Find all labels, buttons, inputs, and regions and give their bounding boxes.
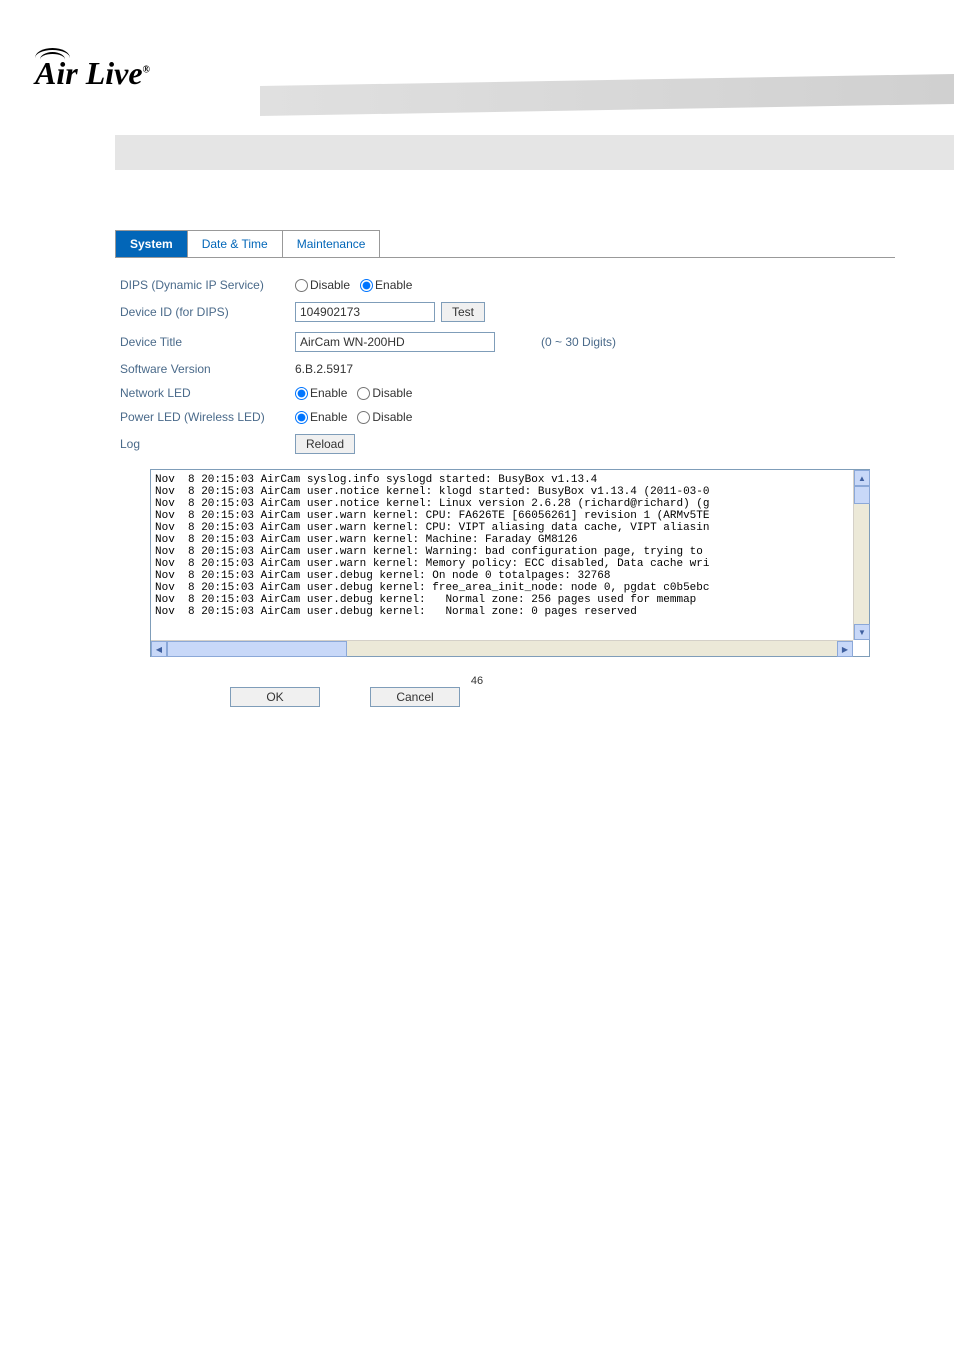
- software-version-value: 6.B.2.5917: [295, 362, 353, 376]
- logo-text: Air Live: [35, 55, 143, 91]
- label-dips-enable: Enable: [375, 278, 412, 292]
- row-device-title: Device Title (0 ~ 30 Digits): [120, 332, 890, 352]
- tab-system[interactable]: System: [115, 230, 188, 257]
- row-log: Log Reload: [120, 434, 890, 454]
- vertical-scrollbar[interactable]: ▲ ▼: [853, 470, 869, 640]
- row-dips: DIPS (Dynamic IP Service) Disable Enable: [120, 278, 890, 292]
- reload-button[interactable]: Reload: [295, 434, 355, 454]
- radio-power-led-disable[interactable]: [357, 411, 370, 424]
- power-led-radio-group: Enable Disable: [295, 410, 420, 424]
- gray-bar: [115, 135, 954, 170]
- page-number: 46: [471, 675, 483, 687]
- scroll-left-icon[interactable]: ◀: [151, 641, 167, 657]
- label-power-led-enable: Enable: [310, 410, 347, 424]
- scroll-thumb-vertical[interactable]: [854, 486, 870, 504]
- test-button[interactable]: Test: [441, 302, 485, 322]
- cancel-button[interactable]: Cancel: [370, 687, 460, 707]
- label-device-title: Device Title: [120, 335, 295, 349]
- row-device-id: Device ID (for DIPS) Test: [120, 302, 890, 322]
- network-led-radio-group: Enable Disable: [295, 386, 420, 400]
- label-dips-disable: Disable: [310, 278, 350, 292]
- input-device-title[interactable]: [295, 332, 495, 352]
- field-device-id: Test: [295, 302, 485, 322]
- label-device-id: Device ID (for DIPS): [120, 305, 295, 319]
- field-log: Reload: [295, 434, 355, 454]
- header-swoosh: [260, 74, 954, 116]
- radio-network-led-enable[interactable]: [295, 387, 308, 400]
- field-device-title: (0 ~ 30 Digits): [295, 332, 616, 352]
- digits-hint: (0 ~ 30 Digits): [541, 335, 616, 349]
- input-device-id[interactable]: [295, 302, 435, 322]
- scroll-right-icon[interactable]: ▶: [837, 641, 853, 657]
- label-network-led-disable: Disable: [372, 386, 412, 400]
- tab-date-time[interactable]: Date & Time: [187, 230, 283, 257]
- label-software-version: Software Version: [120, 362, 295, 376]
- ok-button[interactable]: OK: [230, 687, 320, 707]
- tab-content-system: DIPS (Dynamic IP Service) Disable Enable…: [115, 273, 895, 657]
- radio-network-led-disable[interactable]: [357, 387, 370, 400]
- label-dips: DIPS (Dynamic IP Service): [120, 278, 295, 292]
- log-content[interactable]: Nov 8 20:15:03 AirCam syslog.info syslog…: [151, 470, 853, 640]
- scroll-thumb-horizontal[interactable]: [167, 641, 347, 657]
- tab-maintenance[interactable]: Maintenance: [282, 230, 381, 257]
- label-power-led: Power LED (Wireless LED): [120, 410, 295, 424]
- tab-bar: System Date & Time Maintenance: [115, 230, 895, 258]
- page-header: Air Live®: [0, 0, 954, 130]
- content-area: System Date & Time Maintenance DIPS (Dyn…: [115, 230, 895, 707]
- scroll-up-icon[interactable]: ▲: [854, 470, 870, 486]
- radio-dips-enable[interactable]: [360, 279, 373, 292]
- row-software-version: Software Version 6.B.2.5917: [120, 362, 890, 376]
- row-network-led: Network LED Enable Disable: [120, 386, 890, 400]
- row-power-led: Power LED (Wireless LED) Enable Disable: [120, 410, 890, 424]
- logo: Air Live®: [35, 55, 150, 92]
- button-row: OK Cancel: [230, 687, 895, 707]
- scroll-down-icon[interactable]: ▼: [854, 624, 870, 640]
- label-log: Log: [120, 437, 295, 451]
- logo-registered: ®: [143, 64, 150, 75]
- label-network-led: Network LED: [120, 386, 295, 400]
- dips-radio-group: Disable Enable: [295, 278, 420, 292]
- radio-power-led-enable[interactable]: [295, 411, 308, 424]
- log-viewport: Nov 8 20:15:03 AirCam syslog.info syslog…: [151, 470, 869, 656]
- label-network-led-enable: Enable: [310, 386, 347, 400]
- horizontal-scrollbar[interactable]: ◀ ▶: [151, 640, 853, 656]
- label-power-led-disable: Disable: [372, 410, 412, 424]
- log-area: Nov 8 20:15:03 AirCam syslog.info syslog…: [150, 469, 870, 657]
- radio-dips-disable[interactable]: [295, 279, 308, 292]
